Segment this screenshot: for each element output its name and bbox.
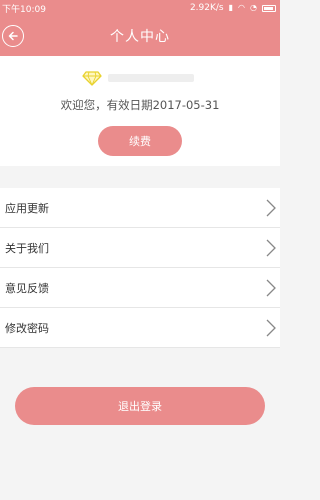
chevron-right-icon bbox=[266, 199, 276, 216]
menu-item-label: 应用更新 bbox=[5, 201, 49, 215]
profile-section: 欢迎您，有效日期2017-05-31 续费 bbox=[0, 56, 280, 166]
diamond-icon bbox=[82, 71, 102, 86]
menu-item-change-password[interactable]: 修改密码 bbox=[0, 308, 280, 348]
back-button[interactable] bbox=[2, 25, 24, 47]
menu-item-label: 意见反馈 bbox=[5, 281, 49, 295]
page-title: 个人中心 bbox=[110, 29, 170, 45]
renew-button[interactable]: 续费 bbox=[98, 126, 182, 156]
welcome-text: 欢迎您，有效日期2017-05-31 bbox=[60, 98, 220, 112]
menu-item-about-us[interactable]: 关于我们 bbox=[0, 228, 280, 268]
status-bar: 下午10:09 2.92K/s ▮ ◠ ◔ bbox=[0, 0, 280, 16]
chevron-right-icon bbox=[266, 319, 276, 336]
menu-item-app-update[interactable]: 应用更新 bbox=[0, 188, 280, 228]
logout-button[interactable]: 退出登录 bbox=[15, 387, 265, 425]
menu-item-label: 修改密码 bbox=[5, 321, 49, 335]
menu-item-feedback[interactable]: 意见反馈 bbox=[0, 268, 280, 308]
network-speed: 2.92K/s bbox=[189, 3, 224, 13]
status-indicators: 2.92K/s ▮ ◠ ◔ bbox=[190, 3, 276, 13]
battery-icon bbox=[262, 4, 276, 12]
alarm-icon: ◔ bbox=[250, 3, 257, 12]
title-bar: 个人中心 bbox=[0, 16, 280, 56]
wifi-icon: ◠ bbox=[238, 3, 246, 12]
chevron-right-icon bbox=[266, 279, 276, 296]
status-time: 下午10:09 bbox=[2, 4, 46, 15]
chevron-right-icon bbox=[266, 239, 276, 256]
signal-icon: ▮ bbox=[228, 3, 234, 12]
settings-menu: 应用更新 关于我们 意见反馈 修改密码 bbox=[0, 188, 280, 348]
account-row bbox=[82, 70, 194, 86]
back-arrow-icon bbox=[8, 31, 18, 41]
account-name-masked bbox=[108, 74, 194, 82]
menu-item-label: 关于我们 bbox=[5, 241, 49, 255]
